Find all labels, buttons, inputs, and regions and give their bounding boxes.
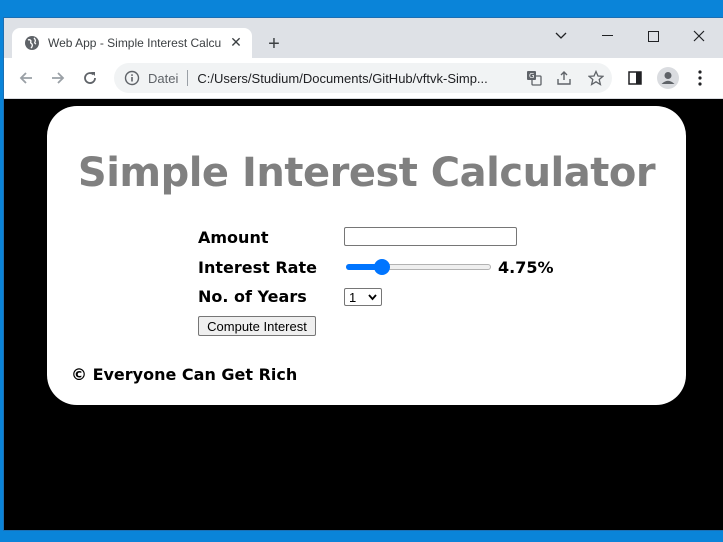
calculator-card: Simple Interest Calculator Amount Intere…	[47, 106, 686, 405]
amount-input[interactable]	[344, 227, 517, 246]
tab-title: Web App - Simple Interest Calcul	[48, 36, 222, 50]
browser-toolbar: Datei C:/Users/Studium/Documents/GitHub/…	[4, 58, 723, 99]
page-title: Simple Interest Calculator	[77, 150, 656, 196]
address-divider	[187, 70, 189, 86]
back-icon[interactable]	[14, 66, 38, 90]
interest-rate-value: 4.75%	[498, 258, 554, 277]
browser-tab[interactable]: Web App - Simple Interest Calcul ✕	[12, 28, 252, 58]
side-panel-icon[interactable]	[623, 66, 647, 90]
translate-icon[interactable]: G	[526, 70, 542, 86]
footer-text: © Everyone Can Get Rich	[71, 365, 298, 384]
browser-window: Web App - Simple Interest Calcul ✕ + Dat…	[4, 18, 723, 530]
forward-icon[interactable]	[46, 66, 70, 90]
reload-icon[interactable]	[78, 66, 102, 90]
years-select[interactable]: 1	[344, 288, 382, 306]
page-viewport: Simple Interest Calculator Amount Intere…	[4, 99, 723, 530]
close-window-icon[interactable]	[676, 22, 722, 50]
close-tab-icon[interactable]: ✕	[228, 35, 244, 51]
compute-interest-button[interactable]: Compute Interest	[198, 316, 316, 336]
new-tab-icon[interactable]: +	[262, 32, 286, 56]
amount-label: Amount	[198, 228, 269, 247]
address-prefix: Datei	[148, 70, 179, 86]
menu-icon[interactable]	[688, 66, 712, 90]
bookmark-star-icon[interactable]	[588, 70, 604, 86]
years-label: No. of Years	[198, 287, 307, 306]
address-url[interactable]: C:/Users/Studium/Documents/GitHub/vftvk-…	[197, 71, 519, 86]
globe-icon	[25, 36, 39, 50]
slider-thumb[interactable]	[374, 259, 390, 275]
maximize-icon[interactable]	[630, 22, 676, 50]
years-selected-value: 1	[349, 289, 357, 305]
address-bar[interactable]: Datei C:/Users/Studium/Documents/GitHub/…	[114, 63, 612, 93]
tab-search-icon[interactable]	[538, 22, 584, 50]
title-bar: Web App - Simple Interest Calcul ✕ +	[4, 18, 723, 58]
svg-text:G: G	[529, 72, 534, 80]
chevron-down-icon	[368, 294, 377, 301]
info-icon[interactable]	[124, 70, 140, 86]
interest-rate-slider[interactable]	[346, 259, 491, 275]
minimize-icon[interactable]	[584, 22, 630, 50]
share-icon[interactable]	[556, 70, 572, 86]
interest-rate-label: Interest Rate	[198, 258, 317, 277]
profile-avatar-icon[interactable]	[656, 66, 680, 90]
